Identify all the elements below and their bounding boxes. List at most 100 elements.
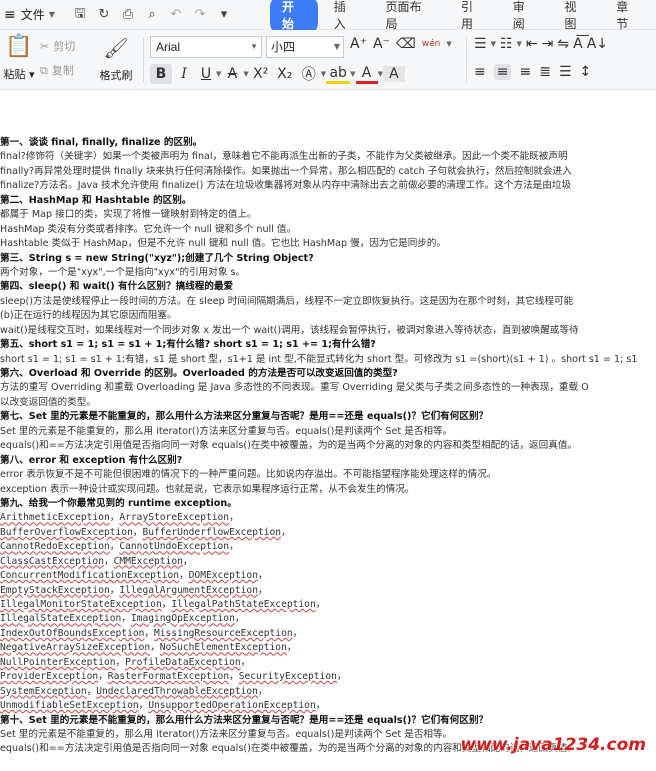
shrink-font-icon[interactable]: A⁻ — [373, 36, 390, 52]
highlight-icon[interactable]: ab — [326, 65, 351, 84]
separator: ， — [229, 512, 239, 524]
heading-line: 第七、Set 里的元素是不能重复的，那么用什么方法来区分重复与否呢？是用==还是… — [0, 411, 489, 423]
exception-name: UnmodifiableSetException — [0, 700, 139, 712]
heading-line: 第三、String s = new String("xyz");创建了几个 St… — [0, 252, 314, 264]
exception-name: BufferUnderflowException — [142, 526, 282, 538]
grow-font-icon[interactable]: A⁺ — [350, 36, 367, 52]
divider — [466, 38, 467, 82]
line-spacing-icon[interactable]: ↕ — [580, 64, 592, 80]
cut-button[interactable]: ✂ 剪切 — [40, 36, 75, 60]
separator: ， — [179, 570, 189, 582]
distributed-icon[interactable]: ☰ — [559, 64, 572, 80]
redo-icon[interactable]: ↷ — [188, 7, 212, 22]
separator: ， — [336, 671, 347, 683]
separator: ， — [103, 555, 114, 567]
bold-icon[interactable]: B — [150, 64, 172, 84]
heading-line: 第二、HashMap 和 Hashtable 的区别。 — [0, 194, 192, 206]
save-icon[interactable]: 🖫 — [68, 4, 92, 26]
italic-icon[interactable]: I — [172, 66, 196, 82]
chevron-down-icon: ▼ — [250, 42, 258, 51]
heading-line: 第八、error 和 exception 有什么区别? — [0, 454, 183, 466]
text-line: finalize?方法名。Java 技术允许使用 finalize() 方法在垃… — [0, 180, 572, 192]
text-line: error 表示恢复不是不可能但很困难的情况下的一种严重问题。比如说内存溢出。不… — [0, 469, 497, 481]
copy-button[interactable]: ⧉ 复制 — [40, 60, 75, 84]
align-left-icon[interactable]: ≡ — [474, 64, 486, 80]
chinese-layout-icon[interactable]: ⇋ — [557, 36, 569, 52]
char-border-icon[interactable]: Ⓐ — [297, 64, 321, 84]
separator: ， — [229, 541, 239, 553]
separator: ， — [240, 656, 251, 668]
superscript-icon[interactable]: X² — [249, 66, 273, 82]
heading-line: 第十、Set 里的元素是不能重复的，那么用什么方法来区分重复与否呢？是用==还是… — [0, 714, 489, 726]
separator: ， — [150, 642, 160, 654]
exception-line: ArithmeticException，ArrayStoreException， — [0, 511, 656, 525]
text-line: (b)正在运行的线程因为其它原因而阻塞。 — [0, 310, 177, 322]
export-icon[interactable]: ↻ — [92, 7, 116, 22]
exception-name: ProfileDataException — [125, 656, 241, 668]
document-page[interactable]: 第一、谈谈 final, finally, finalize 的区别。 final… — [0, 90, 656, 771]
exception-line: IndexOutOfBoundsException ，MissingResourc… — [0, 627, 656, 641]
clipboard-icon: 📋 — [5, 34, 33, 59]
align-center-icon[interactable]: ≡ — [493, 64, 512, 80]
justify-icon[interactable]: ≣ — [539, 64, 551, 80]
separator: ， — [292, 627, 303, 639]
numbered-list-icon[interactable]: ☷ — [500, 36, 513, 52]
chevron-down-icon[interactable]: ▼ — [446, 40, 451, 48]
paste-button[interactable]: 📋 粘贴 ▾ — [2, 34, 36, 86]
exception-name: IllegalPathStateException — [171, 599, 316, 610]
separator: ， — [109, 584, 120, 596]
exception-name: NoSuchElementException — [159, 642, 287, 654]
exception-name: CMMException — [113, 555, 183, 567]
separator: ， — [281, 526, 291, 538]
exception-line: IllegalMonitorStateException，IllegalPath… — [0, 598, 656, 612]
align-right-icon[interactable]: ≡ — [519, 64, 531, 80]
exception-name: IllegalMonitorStateException — [0, 599, 162, 610]
subscript-icon[interactable]: X₂ — [273, 66, 297, 82]
ribbon: 📋 粘贴 ▾ ✂ 剪切 ⧉ 复制 🖌 格式刷 Arial ▼ 小四 ▼ A⁺ A⁻ … — [0, 30, 656, 90]
text-line: equals()和==方法决定引用值是否指向同一对象 equals()在类中被覆… — [0, 440, 578, 452]
exception-line: SystemException，UndeclaredThrowableExcep… — [0, 685, 656, 699]
change-case-icon[interactable]: A͞ — [573, 36, 583, 52]
clear-format-icon[interactable]: ⌫ — [396, 36, 416, 52]
exception-name: MissingResourceException — [154, 627, 293, 639]
chevron-down-icon[interactable]: ▼ — [491, 40, 496, 48]
separator: ， — [182, 555, 193, 567]
exception-name: BufferOverflowException — [0, 526, 133, 538]
increase-indent-icon[interactable]: ⇥ — [542, 36, 554, 52]
undo-icon[interactable]: ↶ — [164, 7, 188, 22]
char-shading-icon[interactable]: A — [382, 66, 405, 82]
print-icon[interactable]: ⎙ — [116, 7, 140, 22]
underline-icon[interactable]: U — [196, 66, 216, 82]
strikethrough-icon[interactable]: A — [221, 66, 243, 82]
format-painter-button[interactable]: 🖌 格式刷 — [96, 34, 136, 83]
exception-name: IndexOutOfBoundsException — [0, 627, 145, 639]
exception-name: CannotUndoException — [119, 541, 230, 553]
separator: ， — [257, 570, 268, 582]
pinyin-guide-icon[interactable]: wén — [422, 39, 441, 49]
text-line: 以改变返回值的类型。 — [0, 396, 96, 408]
customize-icon[interactable]: ▾ — [212, 7, 236, 22]
separator: ， — [115, 656, 126, 668]
exception-name: ArrayStoreException — [119, 512, 230, 524]
text-line: finally?再异常处理时提供 finally 块来执行任何清除操作。如果抛出… — [0, 165, 572, 177]
text-line: short s1 = 1; s1 = s1 + 1;有错，s1 是 short … — [0, 353, 638, 365]
font-name-value: Arial — [156, 40, 181, 54]
font-color-icon[interactable]: A — [355, 65, 378, 84]
copy-icon: ⧉ — [40, 64, 48, 77]
font-size-select[interactable]: 小四 ▼ — [266, 36, 344, 58]
decrease-indent-icon[interactable]: ⇤ — [526, 36, 538, 52]
exception-name: IllegalArgumentException — [119, 584, 258, 596]
sort-icon[interactable]: A↓ — [587, 36, 608, 52]
file-menu[interactable]: ≡ 文件 ▼ — [0, 6, 68, 23]
chevron-down-icon[interactable]: ▼ — [517, 40, 522, 48]
separator: ， — [121, 613, 131, 625]
exception-name: ClassCastException — [0, 555, 104, 567]
text-line: 方法的重写 Overriding 和重载 Overloading 是 Java … — [0, 382, 589, 394]
font-name-select[interactable]: Arial ▼ — [150, 36, 262, 58]
bullet-list-icon[interactable]: ☰ — [474, 36, 487, 52]
separator: ， — [109, 512, 120, 524]
separator: ， — [229, 671, 239, 683]
separator: ， — [234, 613, 245, 625]
exception-name: ImagingOpException — [130, 613, 235, 625]
print-preview-icon[interactable]: ⌕ — [140, 7, 164, 22]
